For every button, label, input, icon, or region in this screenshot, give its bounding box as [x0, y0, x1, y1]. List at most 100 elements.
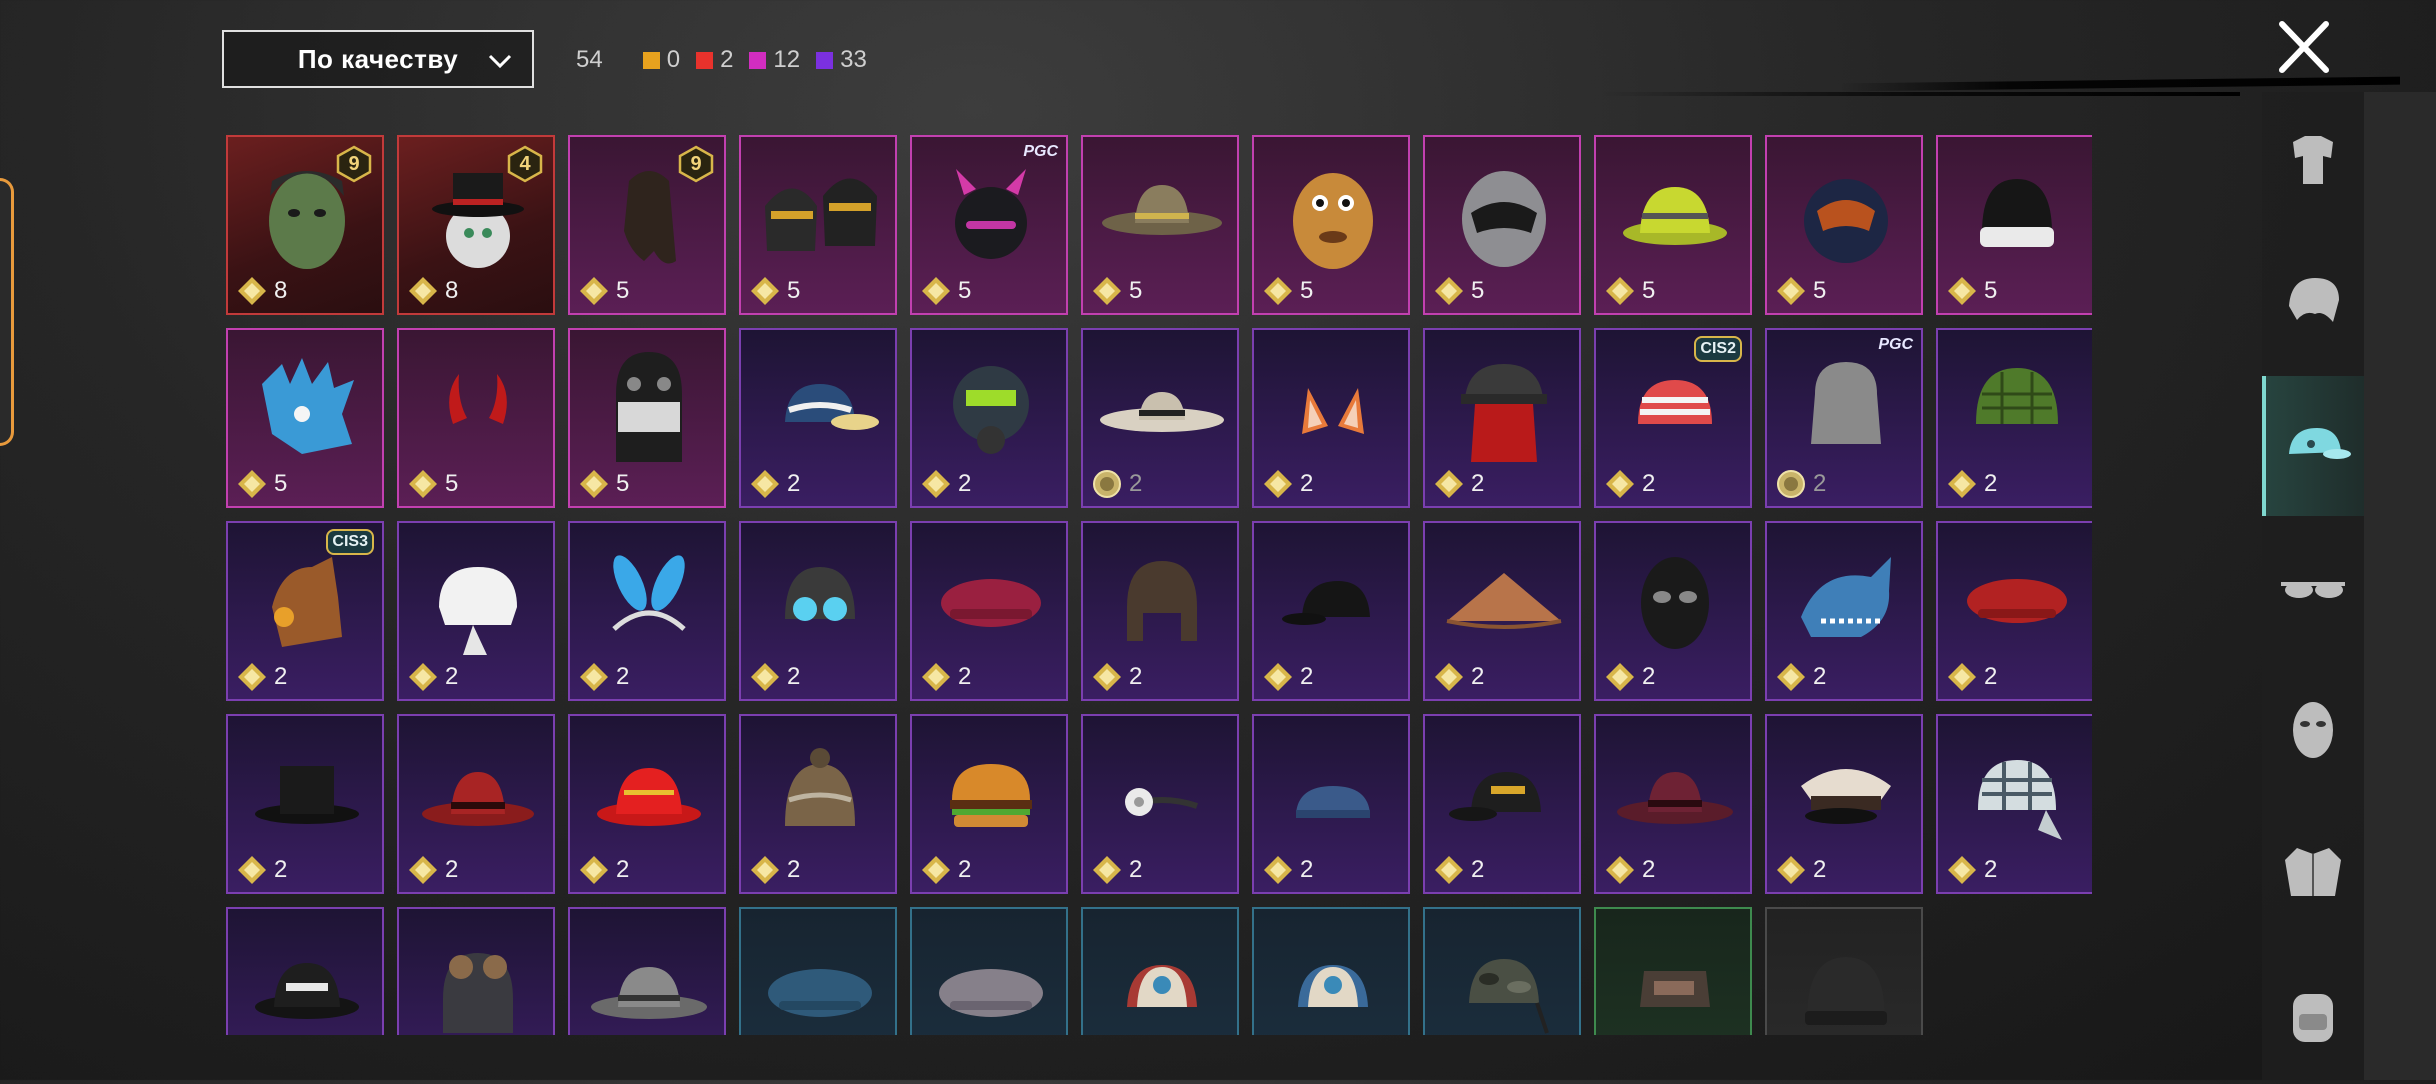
- item-tile-fox-ears[interactable]: 2: [1252, 328, 1410, 508]
- shard-token-icon: [1435, 277, 1463, 305]
- shard-token-icon: [1606, 663, 1634, 691]
- item-tile-patterned-doo-rag[interactable]: 2: [1936, 714, 2092, 894]
- sidebar-item-hats[interactable]: [2262, 376, 2364, 516]
- item-tile-black-beanie[interactable]: [1765, 907, 1923, 1035]
- item-count: 2: [407, 661, 458, 693]
- item-tile-astronaut-helmet[interactable]: 5: [1765, 135, 1923, 315]
- item-tile-maroon-fedora[interactable]: 2: [1594, 714, 1752, 894]
- item-tile-white-turban[interactable]: 2: [397, 521, 555, 701]
- item-tile-peaked-officer-cap[interactable]: 2: [1765, 714, 1923, 894]
- astronaut-helmet-icon: [1804, 179, 1888, 263]
- item-tile-racing-helmet[interactable]: 5: [1423, 135, 1581, 315]
- decorative-streak: [1840, 76, 2400, 92]
- shard-token-icon: [922, 856, 950, 884]
- item-tile-black-cap[interactable]: 2: [1252, 521, 1410, 701]
- item-count: 5: [1604, 275, 1655, 307]
- sort-dropdown[interactable]: По качеству: [222, 30, 534, 88]
- sidebar-item-eyewear[interactable]: [2262, 518, 2364, 658]
- item-tile-black-white-beanie[interactable]: 5: [1936, 135, 2092, 315]
- item-tile-trucker-cap-blue[interactable]: [1252, 907, 1410, 1035]
- item-tile-black-logo-cap[interactable]: 2: [1423, 714, 1581, 894]
- item-tile-goggles-beanie[interactable]: 2: [739, 521, 897, 701]
- item-tile-black-white-bucket-hat[interactable]: [226, 907, 384, 1035]
- item-tile-green-netted-helmet[interactable]: 2: [1936, 328, 2092, 508]
- sidebar-item-outfits[interactable]: [2262, 92, 2364, 232]
- item-count-value: 2: [1813, 663, 1827, 690]
- item-tile-red-devil-horns[interactable]: 5: [397, 328, 555, 508]
- shard-token-icon: [580, 470, 608, 498]
- item-tile-potato-head[interactable]: 5: [1252, 135, 1410, 315]
- sidebar-item-tops[interactable]: [2262, 802, 2364, 942]
- twin-cyber-helmets-icon: [765, 178, 877, 251]
- item-tile-bunny-ears-headband[interactable]: 2: [568, 521, 726, 701]
- shard-token-icon: [1435, 470, 1463, 498]
- shard-token-icon: [409, 663, 437, 691]
- item-tile-zombie-head-mask[interactable]: 98: [226, 135, 384, 315]
- item-count-value: 2: [1984, 663, 1998, 690]
- event-tag: CIS3: [326, 529, 374, 555]
- item-tile-conical-hat[interactable]: 2: [1423, 521, 1581, 701]
- item-count: 2: [1946, 854, 1997, 886]
- sidebar-item-backpacks[interactable]: [2262, 944, 2364, 1084]
- count-gold: 0: [642, 46, 680, 74]
- item-tile-head-mirror[interactable]: 2: [1081, 714, 1239, 894]
- item-tile-red-fedora[interactable]: 2: [397, 714, 555, 894]
- left-drawer-tab[interactable]: [0, 178, 14, 446]
- item-tile-blue-garrison-cap[interactable]: 2: [1252, 714, 1410, 894]
- item-tile-camo-boonie-hat[interactable]: [568, 907, 726, 1035]
- red-beret-icon: [1967, 579, 2067, 623]
- camo-radio-cap-icon: [1469, 959, 1549, 1034]
- item-tile-knitted-pom-hat[interactable]: 2: [739, 714, 897, 894]
- item-tile-shark-hat[interactable]: 2: [1765, 521, 1923, 701]
- item-tile-mechanical-fox-mask[interactable]: CIS3 2: [226, 521, 384, 701]
- item-count-value: 2: [616, 663, 630, 690]
- item-tile-wide-sun-hat[interactable]: 2: [1081, 328, 1239, 508]
- item-count: 2: [407, 854, 458, 886]
- item-tile-yellow-bucket-hat[interactable]: 5: [1594, 135, 1752, 315]
- item-tile-red-bucket-hat[interactable]: 2: [568, 714, 726, 894]
- item-tile-maroon-beret[interactable]: 2: [910, 521, 1068, 701]
- shard-token-icon: [238, 856, 266, 884]
- item-tile-patrol-cap[interactable]: [1594, 907, 1752, 1035]
- item-tile-black-luchador-mask[interactable]: 2: [1594, 521, 1752, 701]
- bunny-ears-headband-icon: [612, 555, 686, 631]
- item-tile-long-hair[interactable]: 95: [568, 135, 726, 315]
- item-tile-silver-bob-hair[interactable]: PGC 2: [1765, 328, 1923, 508]
- item-tile-striped-bandana[interactable]: CIS2 2: [1594, 328, 1752, 508]
- goggles-beanie-icon: [785, 567, 855, 621]
- item-count: 2: [236, 661, 287, 693]
- item-count-value: 2: [1129, 663, 1143, 690]
- item-tile-gray-beret[interactable]: [910, 907, 1068, 1035]
- shard-token-icon: [1777, 856, 1805, 884]
- item-tile-bucket-hat-red-hair[interactable]: 2: [1423, 328, 1581, 508]
- item-tile-straw-cowboy-hat[interactable]: 5: [1081, 135, 1239, 315]
- potato-head-icon: [1293, 173, 1373, 269]
- item-tile-gas-mask-helmet[interactable]: 2: [910, 328, 1068, 508]
- item-count-value: 2: [1471, 663, 1485, 690]
- item-tile-horned-helmet[interactable]: PGC 5: [910, 135, 1068, 315]
- item-count-value: 2: [274, 663, 288, 690]
- item-tile-skull-balaclava[interactable]: 5: [568, 328, 726, 508]
- item-tile-pumpkin-tophat-mask[interactable]: 48: [397, 135, 555, 315]
- racing-helmet-icon: [1462, 171, 1546, 267]
- item-tile-blue-dragon-mask[interactable]: 5: [226, 328, 384, 508]
- close-button[interactable]: [2270, 16, 2338, 78]
- item-tile-black-top-hat[interactable]: 2: [226, 714, 384, 894]
- item-count: 5: [1433, 275, 1484, 307]
- item-tile-red-beret[interactable]: 2: [1936, 521, 2092, 701]
- item-tile-burger-hat[interactable]: 2: [910, 714, 1068, 894]
- item-tile-blue-beret[interactable]: [739, 907, 897, 1035]
- silver-bob-hair-icon: [1811, 362, 1881, 444]
- item-tile-twin-cyber-helmets[interactable]: 5: [739, 135, 897, 315]
- item-tile-patterned-cap[interactable]: 2: [739, 328, 897, 508]
- sidebar-item-masks[interactable]: [2262, 660, 2364, 800]
- item-count-value: 2: [445, 856, 459, 883]
- item-tile-aviator-cap[interactable]: 2: [1081, 521, 1239, 701]
- item-tile-camo-radio-cap[interactable]: [1423, 907, 1581, 1035]
- item-tile-trucker-cap-red[interactable]: [1081, 907, 1239, 1035]
- item-tile-pilot-leather-cap[interactable]: [397, 907, 555, 1035]
- item-count-value: 2: [1129, 856, 1143, 883]
- black-white-bucket-hat-icon: [255, 963, 359, 1019]
- item-count-value: 2: [1471, 470, 1485, 497]
- sidebar-item-hair[interactable]: [2262, 234, 2364, 374]
